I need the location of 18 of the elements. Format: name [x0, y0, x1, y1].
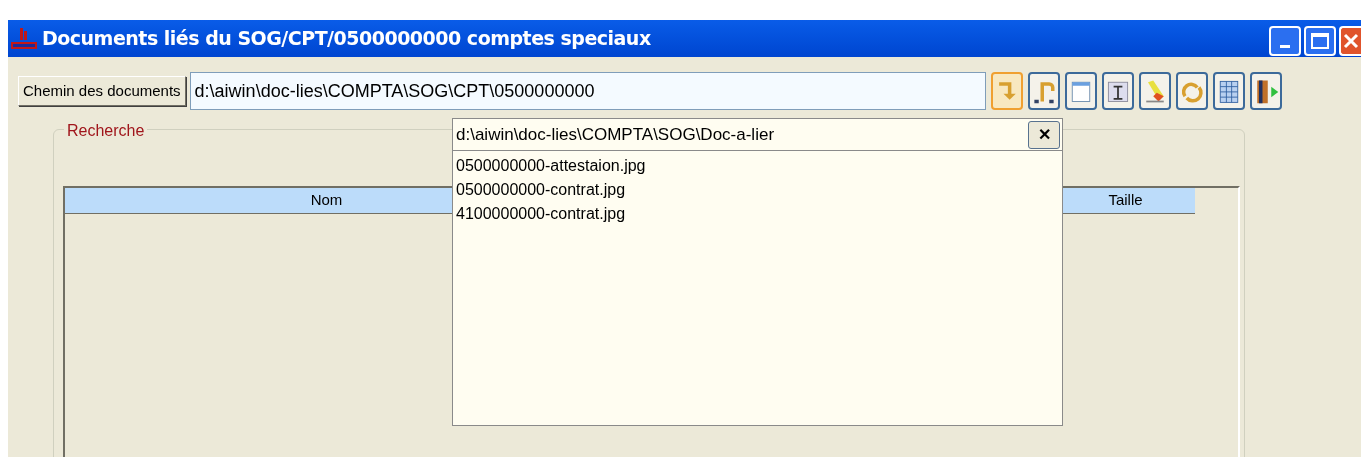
toolbar-button[interactable] [1027, 72, 1060, 110]
toolbar-button[interactable] [1064, 72, 1097, 110]
toolbar-button[interactable] [1138, 72, 1171, 110]
documents-path-button[interactable]: Chemin des documents [18, 76, 186, 106]
toolbar-button[interactable] [1175, 72, 1208, 110]
minimize-button[interactable] [1269, 26, 1301, 56]
close-button[interactable]: ✕ [1028, 120, 1060, 149]
window-title: Documents liés du SOG/CPT/0500000000 comptes speciaux [42, 26, 651, 52]
path-field[interactable]: d:\aiwin\doc-lies\COMPTA\SOG\CPT\0500000000 [189, 72, 986, 110]
popup-path: d:\aiwin\doc-lies\COMPTA\SOG\Doc-a-lier [455, 123, 776, 146]
toolbar-button[interactable] [1212, 72, 1245, 110]
app-logo-icon [10, 26, 38, 51]
maximize-button[interactable] [1304, 26, 1336, 56]
file-item[interactable]: 0500000000-attestaion.jpg [456, 154, 1062, 178]
toolbar-button[interactable] [1101, 72, 1134, 110]
close-button[interactable] [1339, 26, 1361, 56]
close-icon [1343, 33, 1359, 49]
toolbar-button[interactable] [1249, 72, 1282, 110]
